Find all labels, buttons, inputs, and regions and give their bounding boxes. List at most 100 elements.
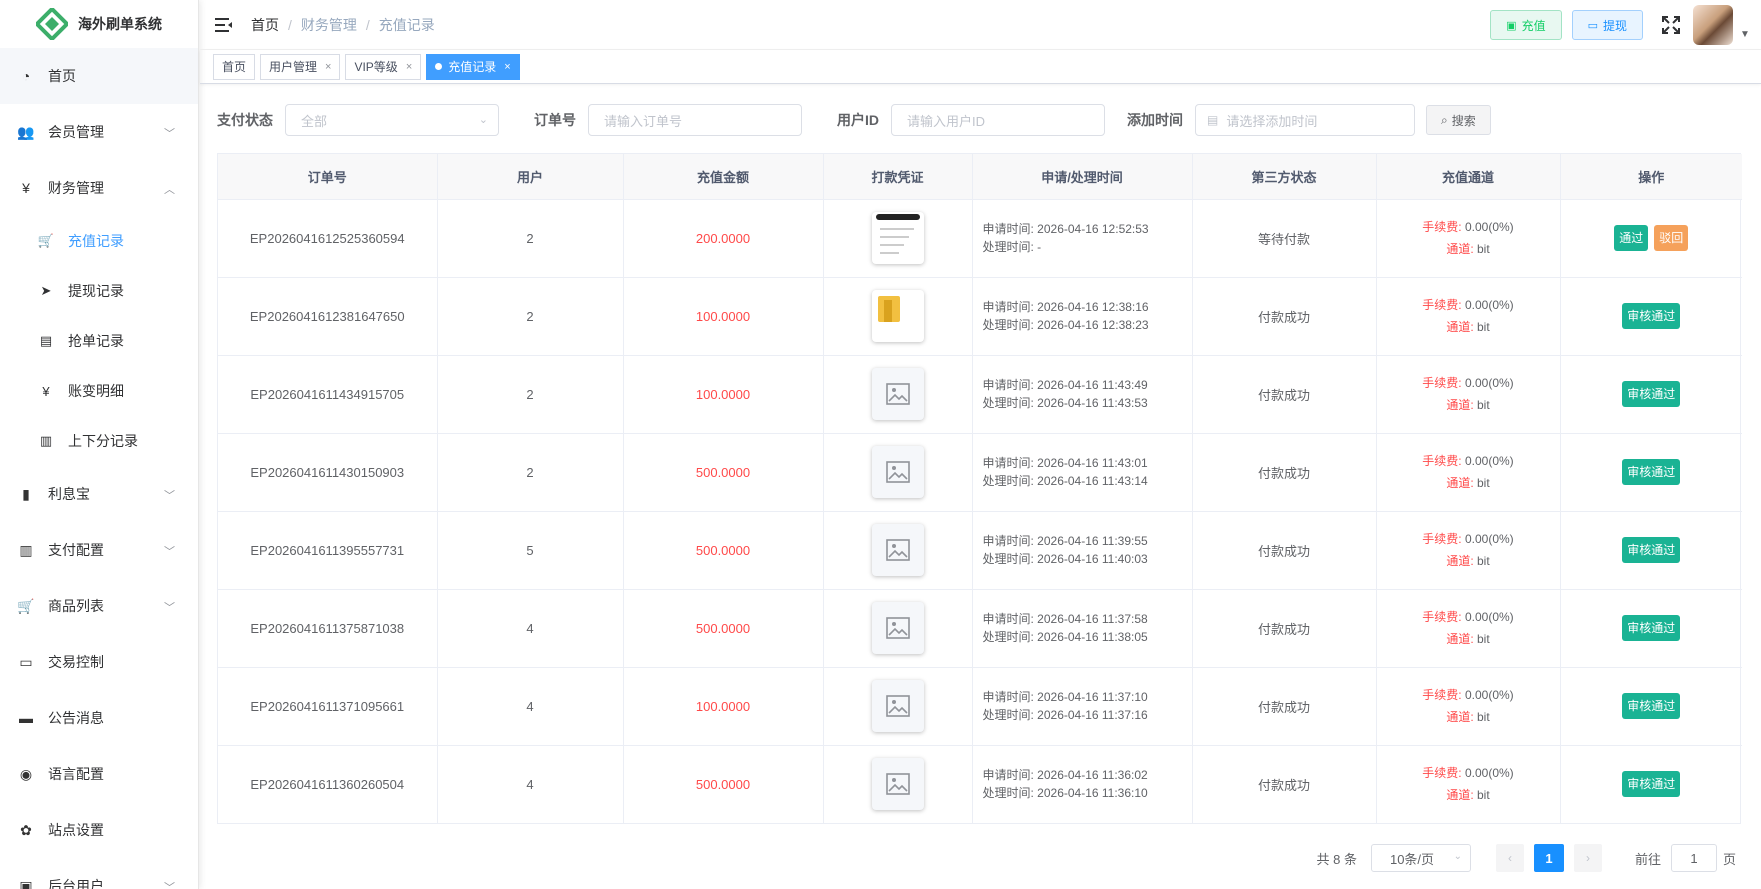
sidebar-item[interactable]: ▥ 上下分记录 bbox=[0, 416, 198, 466]
status-select[interactable]: 全部 ⌄ bbox=[285, 104, 499, 136]
reject-button[interactable]: 驳回 bbox=[1654, 225, 1689, 251]
chevron-right-icon: › bbox=[1585, 851, 1590, 865]
channel-label: 通道: bbox=[1446, 398, 1474, 412]
page-number-current[interactable]: 1 bbox=[1533, 844, 1564, 872]
chevron-down-icon: ﹀ bbox=[164, 128, 175, 140]
time-cell: 申请时间: 2026-04-16 11:36:02 处理时间: 2026-04-1… bbox=[972, 745, 1193, 823]
breadcrumb-home[interactable]: 首页 bbox=[251, 15, 279, 35]
process-time: 处理时间: 2026-04-16 11:36:10 bbox=[982, 786, 1148, 801]
tab-item[interactable]: 用户管理 × bbox=[260, 53, 341, 80]
sidebar-item[interactable]: 🛒 充值记录 bbox=[0, 216, 198, 266]
sidebar-item[interactable]: 👥 会员管理 ﹀ bbox=[0, 104, 198, 160]
channel-value: bit bbox=[1477, 398, 1490, 412]
sidebar-item-label: 支付配置 bbox=[48, 542, 104, 558]
order-input[interactable]: 请输入订单号 bbox=[588, 104, 802, 136]
logo[interactable]: 海外刷单系统 bbox=[0, 0, 198, 48]
order-id-cell: EP2026041612381647650 bbox=[218, 277, 438, 356]
hamburger-icon[interactable] bbox=[215, 17, 233, 33]
table-row: EP2026041611434915705 2 100.0000 申请时间: 2026… bbox=[218, 355, 1742, 434]
sidebar-item[interactable]: ◔ 首页 bbox=[0, 48, 198, 104]
sidebar-item[interactable]: ¥ 账变明细 bbox=[0, 366, 198, 416]
breadcrumb-finance: 财务管理 bbox=[300, 16, 357, 33]
close-icon[interactable]: × bbox=[325, 55, 331, 79]
sidebar-item[interactable]: ◉ 语言配置 bbox=[0, 746, 198, 802]
document-icon: ▤ bbox=[39, 333, 53, 348]
withdraw-button[interactable]: ▭ 提现 bbox=[1571, 10, 1643, 40]
tab-label: 用户管理 bbox=[269, 59, 318, 74]
userid-input[interactable]: 请输入用户ID bbox=[891, 104, 1105, 136]
channel-line: 通道: bit bbox=[1377, 706, 1560, 728]
fee-label: 手续费: bbox=[1422, 220, 1462, 234]
channel-value: bit bbox=[1477, 242, 1490, 256]
user-cell: 4 bbox=[437, 589, 624, 668]
tab-item[interactable]: 首页 bbox=[213, 53, 256, 80]
approved-button[interactable]: 审核通过 bbox=[1622, 459, 1681, 485]
voucher-thumbnail[interactable] bbox=[871, 524, 924, 576]
prev-page-button[interactable]: ‹ bbox=[1495, 844, 1524, 872]
sidebar-item[interactable]: ▥ 支付配置 ﹀ bbox=[0, 522, 198, 578]
approved-button[interactable]: 审核通过 bbox=[1622, 303, 1681, 329]
channel-line: 通道: bit bbox=[1377, 316, 1560, 338]
fee-label: 手续费: bbox=[1422, 766, 1462, 781]
cart-icon: 🛒 bbox=[17, 597, 35, 614]
channel-line: 通道: bit bbox=[1377, 784, 1560, 806]
bar-chart-icon: ▮ bbox=[22, 485, 30, 502]
channel-label: 通道: bbox=[1446, 710, 1474, 724]
voucher-thumbnail[interactable] bbox=[871, 680, 924, 732]
close-icon[interactable]: × bbox=[406, 55, 412, 79]
voucher-cell bbox=[823, 199, 973, 278]
fullscreen-icon[interactable] bbox=[1661, 15, 1681, 35]
order-filter-label: 订单号 bbox=[534, 112, 576, 128]
recharge-button[interactable]: ▣ 充值 bbox=[1490, 10, 1562, 40]
yen-icon: ¥ bbox=[22, 180, 30, 196]
fee-value: 0.00(0%) bbox=[1464, 688, 1514, 702]
sidebar-item[interactable]: ▣ 后台用户 ﹀ bbox=[0, 858, 198, 889]
fee-label: 手续费: bbox=[1422, 688, 1462, 702]
approved-button[interactable]: 审核通过 bbox=[1622, 615, 1681, 641]
next-page-button[interactable]: › bbox=[1573, 844, 1602, 872]
approved-button[interactable]: 审核通过 bbox=[1622, 537, 1681, 563]
sidebar-item[interactable]: ▤ 抢单记录 bbox=[0, 316, 198, 366]
sidebar-item[interactable]: ✿ 站点设置 bbox=[0, 802, 198, 858]
avatar[interactable] bbox=[1693, 5, 1733, 45]
voucher-thumbnail[interactable] bbox=[871, 212, 924, 264]
apply-time: 申请时间: 2026-04-16 11:43:01 bbox=[982, 456, 1148, 470]
approved-button[interactable]: 审核通过 bbox=[1622, 693, 1681, 719]
order-id-cell: EP2026041611395557731 bbox=[218, 511, 438, 590]
close-icon[interactable]: × bbox=[504, 55, 510, 79]
fee-label: 手续费: bbox=[1422, 298, 1462, 312]
channel-cell: 手续费: 0.00(0%) 通道: bit bbox=[1376, 199, 1561, 278]
approved-button[interactable]: 审核通过 bbox=[1622, 381, 1681, 407]
process-time: 处理时间: 2026-04-16 12:38:23 bbox=[982, 318, 1149, 332]
amount-cell: 500.0000 bbox=[623, 511, 824, 590]
voucher-thumbnail[interactable] bbox=[871, 602, 924, 654]
sidebar-menu: ◔ 首页 👥 会员管理 ﹀ ¥ 财务管理 ︿ 🛒 充值记录 ➤ 提现记录 ▤ 抢单记录 ¥ 账变明细 ▥ 上下分记… bbox=[0, 48, 198, 889]
third-party-status-cell: 付款成功 bbox=[1192, 745, 1377, 823]
sidebar-item[interactable]: 🛒 商品列表 ﹀ bbox=[0, 578, 198, 634]
table-row: EP2026041611395557731 5 500.0000 申请时间: 2026… bbox=[218, 511, 1742, 590]
sidebar-item[interactable]: ▮ 利息宝 ﹀ bbox=[0, 466, 198, 522]
channel-line: 通道: bit bbox=[1377, 472, 1560, 494]
voucher-thumbnail[interactable] bbox=[871, 446, 924, 498]
time-range-input[interactable]: ▤ 请选择添加时间 bbox=[1195, 104, 1415, 136]
search-button[interactable]: ⌕ 搜索 bbox=[1426, 105, 1491, 135]
voucher-thumbnail[interactable] bbox=[871, 368, 924, 420]
process-time: 处理时间: 2026-04-16 11:38:05 bbox=[982, 630, 1148, 644]
voucher-thumbnail[interactable] bbox=[871, 758, 924, 811]
sidebar-item-label: 账变明细 bbox=[68, 383, 124, 399]
fee-line: 手续费: 0.00(0%) bbox=[1377, 216, 1560, 238]
time-cell: 申请时间: 2026-04-16 11:43:01 处理时间: 2026-04-1… bbox=[972, 433, 1193, 512]
sidebar-item[interactable]: ¥ 财务管理 ︿ bbox=[0, 160, 198, 216]
voucher-thumbnail[interactable] bbox=[871, 290, 924, 342]
sidebar-item[interactable]: ▭ 交易控制 bbox=[0, 634, 198, 690]
approved-button[interactable]: 审核通过 bbox=[1622, 771, 1681, 798]
sidebar-item[interactable]: ➤ 提现记录 bbox=[0, 266, 198, 316]
approve-button[interactable]: 通过 bbox=[1614, 225, 1649, 251]
tab-active[interactable]: 充值记录 × bbox=[426, 53, 520, 80]
sidebar-item[interactable]: ▬ 公告消息 bbox=[0, 690, 198, 746]
channel-value: bit bbox=[1477, 710, 1490, 724]
page-size-select[interactable]: 10条/页 ⌄ bbox=[1370, 844, 1471, 872]
tab-item[interactable]: VIP等级 × bbox=[345, 53, 422, 80]
goto-page-input[interactable]: 1 bbox=[1670, 844, 1717, 872]
caret-down-icon[interactable]: ▼ bbox=[1733, 29, 1757, 40]
